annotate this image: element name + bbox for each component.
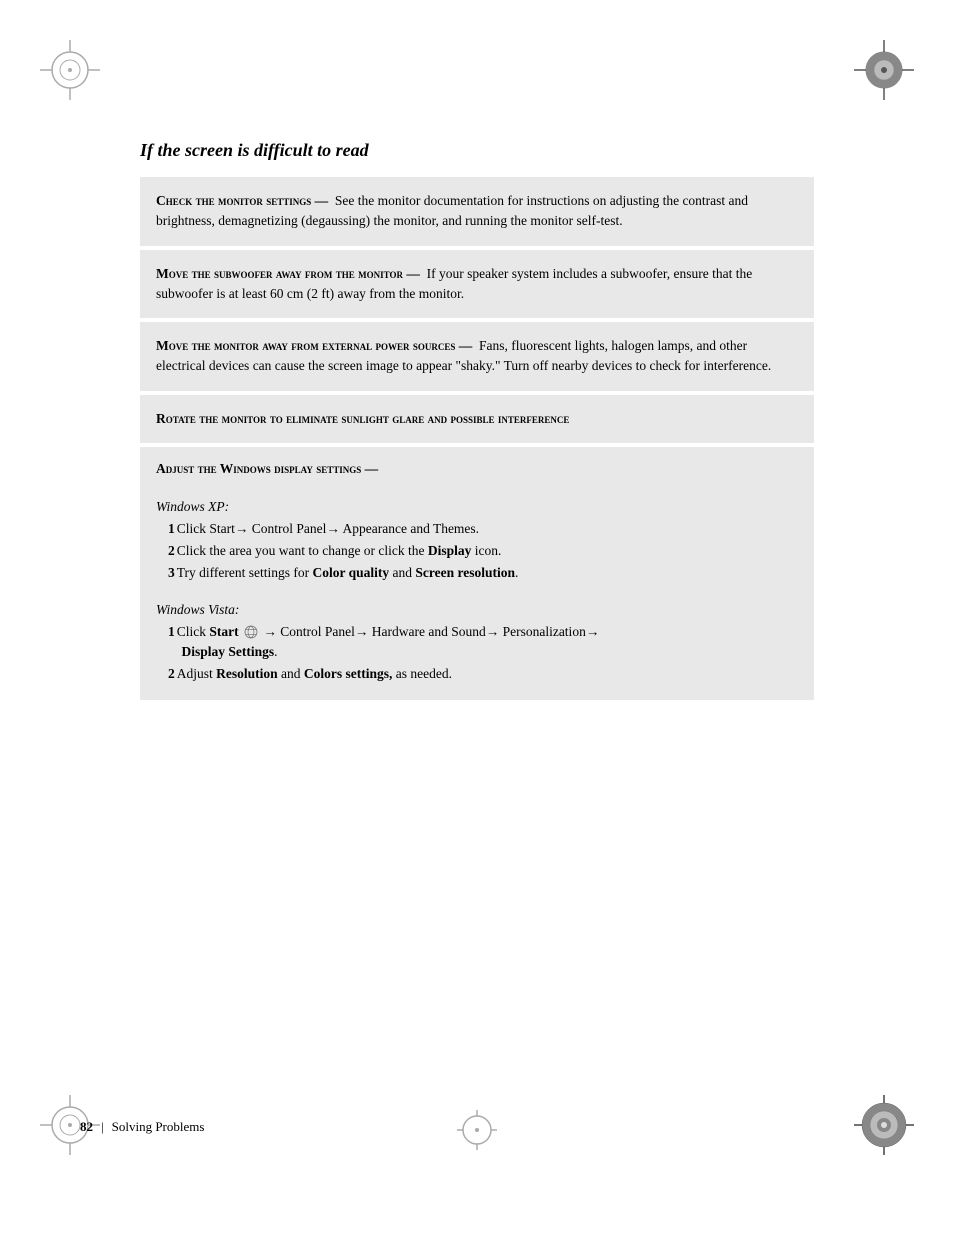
vista-step-1: 1Click Start → Control Panel→ Hardware a… — [156, 622, 798, 663]
corner-mark-tr — [854, 40, 914, 100]
vista-step-2: 2Adjust Resolution and Colors settings, … — [156, 664, 798, 684]
footer-section-text: Solving Problems — [112, 1119, 205, 1135]
rotate-monitor-text: Rotate the monitor to eliminate sunlight… — [156, 409, 798, 429]
check-monitor-block: Check the monitor settings — See the mon… — [140, 177, 814, 246]
corner-mark-tl — [40, 40, 100, 100]
xp-step-1: 1Click Start→ Control Panel→ Appearance … — [156, 519, 798, 539]
move-monitor-text: Move the monitor away from external powe… — [156, 336, 798, 377]
move-monitor-label: Move the monitor away from external powe… — [156, 338, 472, 353]
move-subwoofer-text: Move the subwoofer away from the monitor… — [156, 264, 798, 305]
page: If the screen is difficult to read Check… — [0, 0, 954, 1235]
check-monitor-label: Check the monitor settings — — [156, 193, 328, 208]
os-xp-label: Windows XP: — [156, 499, 798, 515]
xp-step-2: 2Click the area you want to change or cl… — [156, 541, 798, 561]
adjust-windows-block: Adjust the Windows display settings — Wi… — [140, 447, 814, 701]
footer: 82 | Solving Problems — [80, 1119, 874, 1135]
windows-logo-icon — [244, 625, 258, 639]
rotate-monitor-block: Rotate the monitor to eliminate sunlight… — [140, 395, 814, 443]
main-content: If the screen is difficult to read Check… — [140, 140, 814, 700]
footer-separator: | — [101, 1119, 104, 1135]
adjust-windows-label: Adjust the Windows display settings — — [156, 461, 798, 477]
move-subwoofer-label: Move the subwoofer away from the monitor… — [156, 266, 420, 281]
xp-step-3: 3Try different settings for Color qualit… — [156, 563, 798, 583]
check-monitor-text: Check the monitor settings — See the mon… — [156, 191, 798, 232]
os-vista-label: Windows Vista: — [156, 602, 798, 618]
footer-page-number: 82 — [80, 1119, 93, 1135]
move-subwoofer-block: Move the subwoofer away from the monitor… — [140, 250, 814, 319]
move-monitor-block: Move the monitor away from external powe… — [140, 322, 814, 391]
section-title: If the screen is difficult to read — [140, 140, 814, 161]
